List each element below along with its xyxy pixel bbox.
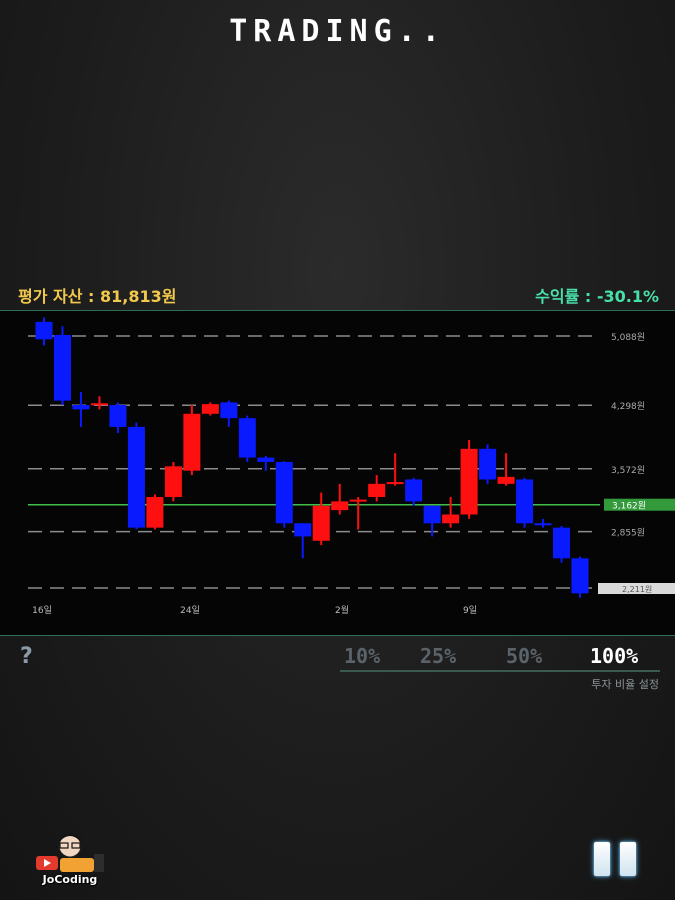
candle-body [571, 558, 589, 594]
candle-body [460, 448, 478, 515]
y-tick-label: 2,855원 [611, 528, 645, 539]
x-tick-label: 9일 [463, 605, 477, 616]
candle-body [35, 321, 53, 340]
y-tick-label: 4,298원 [611, 401, 645, 412]
last-price-label: 2,211원 [622, 585, 652, 594]
candle-body [257, 457, 275, 462]
candle-body [146, 496, 164, 528]
jocoding-mascot-icon [36, 834, 104, 872]
pause-button[interactable] [588, 842, 644, 878]
ratio-option-50[interactable]: 50% [506, 644, 542, 668]
candle-body [349, 499, 367, 502]
price-chart: 5,088원 4,298원 3,572원 2,855원 3,162원 2,211원 16일 2… [0, 310, 675, 636]
y-tick-label: 5,088원 [611, 332, 645, 343]
candle-body [201, 404, 219, 414]
candlestick-chart: 5,088원 4,298원 3,572원 2,855원 3,162원 2,211원 16일 2… [28, 317, 675, 616]
ratio-option-25[interactable]: 25% [420, 644, 456, 668]
candle-body [516, 479, 534, 524]
candle-body [275, 461, 293, 524]
candle-body [294, 523, 312, 537]
candle-body [405, 479, 423, 502]
candle-body [90, 403, 108, 406]
candle-body [423, 505, 441, 524]
candle-body [109, 405, 127, 427]
candle-body [553, 527, 571, 559]
candle-body [368, 483, 386, 497]
candle-body [220, 402, 238, 419]
candle-body [127, 426, 145, 528]
ratio-option-100[interactable]: 100% [590, 644, 638, 668]
candle-body [72, 405, 90, 410]
x-tick-label: 24일 [180, 605, 200, 616]
help-button[interactable]: ? [20, 644, 33, 669]
candle-body [331, 501, 349, 511]
screen-title: TRADING.. [229, 14, 446, 49]
logo-text: JoCoding [42, 873, 98, 886]
question-icon: ? [20, 644, 33, 669]
candle-body [312, 505, 330, 541]
current-price-label: 3,162원 [612, 501, 646, 512]
x-tick-label: 2월 [335, 604, 349, 616]
ratio-caption: 투자 비율 설정 [591, 678, 659, 691]
y-tick-label: 3,572원 [611, 465, 645, 476]
yield-value: 수익률 : -30.1% [535, 287, 659, 306]
stats-row: 평가 자산 : 81,813원 수익률 : -30.1% [18, 283, 659, 307]
candle-body [183, 413, 201, 471]
candle-body [442, 514, 460, 524]
candle-body [238, 418, 256, 458]
asset-value: 평가 자산 : 81,813원 [18, 287, 177, 306]
jocoding-logo: JoCoding [34, 832, 106, 886]
candle-body [497, 476, 515, 484]
ratio-option-10[interactable]: 10% [344, 644, 380, 668]
x-tick-label: 16일 [32, 605, 52, 616]
candle-body [53, 334, 71, 401]
candle-body [534, 523, 552, 526]
ratio-selector: 10% 25% 50% 100% [340, 644, 660, 672]
candle-body [386, 482, 404, 485]
candle-body [479, 448, 497, 480]
candle-body [164, 466, 182, 497]
